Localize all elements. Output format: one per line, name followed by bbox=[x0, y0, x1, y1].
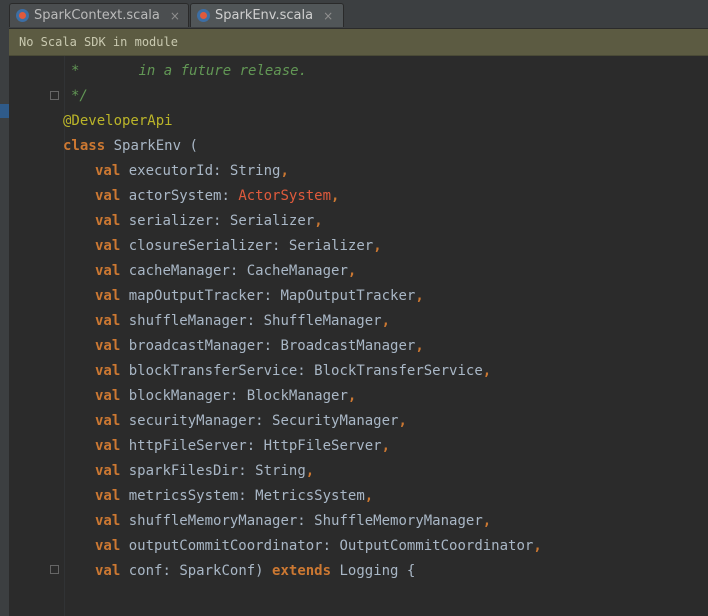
code-line: val outputCommitCoordinator: OutputCommi… bbox=[95, 538, 542, 554]
code-line: val cacheManager: CacheManager, bbox=[95, 263, 357, 279]
code-line: val actorSystem: ActorSystem, bbox=[95, 188, 340, 204]
code-line: class SparkEnv ( bbox=[63, 138, 198, 154]
close-icon[interactable]: × bbox=[170, 10, 180, 22]
tab-label: SparkContext.scala bbox=[34, 8, 160, 23]
tab-sparkenv[interactable]: SparkEnv.scala × bbox=[190, 3, 344, 27]
scala-file-icon bbox=[16, 9, 29, 22]
code-editor[interactable]: * in a future release. */ @DeveloperApi … bbox=[9, 56, 708, 616]
sdk-warning-banner: No Scala SDK in module bbox=[9, 29, 708, 56]
banner-text: No Scala SDK in module bbox=[19, 35, 178, 49]
editor-tab-bar: SparkContext.scala × SparkEnv.scala × bbox=[9, 0, 708, 29]
code-line: val securityManager: SecurityManager, bbox=[95, 413, 407, 429]
code-line: */ bbox=[71, 88, 88, 104]
code-line: val blockManager: BlockManager, bbox=[95, 388, 357, 404]
code-line: val serializer: Serializer, bbox=[95, 213, 323, 229]
fold-marker-icon[interactable] bbox=[50, 91, 59, 100]
scala-file-icon bbox=[197, 9, 210, 22]
tab-sparkcontext[interactable]: SparkContext.scala × bbox=[9, 3, 189, 27]
code-line: val closureSerializer: Serializer, bbox=[95, 238, 382, 254]
project-tree-selection bbox=[0, 104, 9, 118]
code-line: @DeveloperApi bbox=[63, 113, 173, 129]
code-line: val blockTransferService: BlockTransferS… bbox=[95, 363, 492, 379]
code-line: val metricsSystem: MetricsSystem, bbox=[95, 488, 374, 504]
code-line: * in a future release. bbox=[71, 63, 308, 79]
code-line: val executorId: String, bbox=[95, 163, 289, 179]
close-icon[interactable]: × bbox=[323, 10, 333, 22]
tab-label: SparkEnv.scala bbox=[215, 8, 314, 23]
code-line: val mapOutputTracker: MapOutputTracker, bbox=[95, 288, 424, 304]
code-line: val sparkFilesDir: String, bbox=[95, 463, 315, 479]
code-line: val shuffleManager: ShuffleManager, bbox=[95, 313, 391, 329]
code-line: val broadcastManager: BroadcastManager, bbox=[95, 338, 424, 354]
code-line: val shuffleMemoryManager: ShuffleMemoryM… bbox=[95, 513, 492, 529]
code-line: val conf: SparkConf) extends Logging { bbox=[95, 563, 416, 579]
fold-marker-icon[interactable] bbox=[50, 565, 59, 574]
code-line: val httpFileServer: HttpFileServer, bbox=[95, 438, 391, 454]
